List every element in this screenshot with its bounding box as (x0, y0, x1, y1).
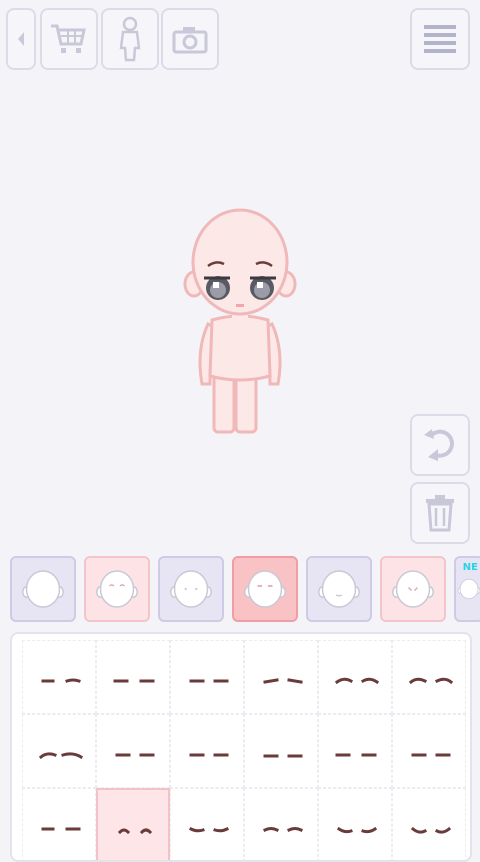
eyebrow-option[interactable] (392, 640, 466, 714)
eyebrow-option[interactable] (170, 788, 244, 860)
eyebrow-option[interactable] (96, 640, 170, 714)
tab-face-2[interactable] (84, 556, 150, 622)
trash-can-icon (426, 495, 454, 532)
eyebrow-shape-icon (263, 754, 303, 758)
eyebrow-shape-icon (41, 827, 81, 831)
eyebrow-shape-icon (113, 679, 155, 683)
eyebrow-option[interactable] (392, 714, 466, 788)
eyebrow-option[interactable] (318, 714, 392, 788)
eyebrow-options-grid (10, 632, 472, 862)
new-badge: NE (462, 562, 478, 573)
face-icon (318, 570, 360, 608)
back-arrow-button[interactable] (6, 8, 36, 70)
rotate-arrow-icon (424, 429, 454, 461)
eyebrow-shape-icon (263, 678, 303, 684)
character-preview (183, 208, 297, 434)
eyebrow-shape-icon (410, 826, 452, 834)
menu-button[interactable] (410, 8, 470, 70)
eyebrow-shape-icon (411, 753, 451, 757)
tab-face-6[interactable] (380, 556, 446, 622)
hamburger-menu-icon (424, 25, 456, 53)
eyebrow-shape-icon (189, 753, 229, 757)
eyebrow-shape-icon (408, 677, 454, 685)
face-icon (244, 570, 286, 608)
eyebrow-shape-icon (336, 826, 378, 834)
eyebrow-shape-icon (334, 677, 380, 685)
eyebrow-shape-icon (189, 679, 229, 683)
shop-button[interactable] (40, 8, 98, 70)
tab-face-1[interactable] (10, 556, 76, 622)
face-icon (96, 570, 138, 608)
rotate-button[interactable] (410, 414, 470, 476)
eyebrow-option[interactable] (22, 640, 96, 714)
character-button[interactable] (101, 8, 159, 70)
torso (208, 314, 272, 382)
shopping-cart-icon (51, 24, 86, 53)
face-icon (392, 570, 434, 608)
face-icon (170, 570, 212, 608)
category-tabs: NE (0, 554, 480, 626)
eyebrow-option[interactable] (170, 640, 244, 714)
eyebrow-shape-icon (262, 827, 304, 833)
person-outline-icon (119, 16, 141, 62)
eyebrow-shape-icon (41, 678, 81, 683)
eyebrow-option[interactable] (318, 640, 392, 714)
tab-face-7[interactable]: NE (454, 556, 480, 622)
face-icon (22, 570, 64, 608)
eyebrow-option[interactable] (318, 788, 392, 860)
camera-icon (172, 27, 208, 54)
eyebrow-option[interactable] (244, 640, 318, 714)
eyebrow-option[interactable] (96, 714, 170, 788)
eyebrow-shape-icon (335, 753, 377, 757)
eyebrow-shape-icon (188, 826, 230, 833)
eyebrow-option[interactable] (96, 788, 170, 860)
eyebrow-shape-icon (117, 828, 153, 835)
camera-button[interactable] (161, 8, 219, 70)
back-arrow-icon (18, 32, 24, 46)
eyebrow-option[interactable] (244, 788, 318, 860)
eyebrow-shape-icon (38, 752, 84, 760)
eyebrow-option[interactable] (22, 714, 96, 788)
tab-face-5[interactable] (306, 556, 372, 622)
eyebrow-option[interactable] (170, 714, 244, 788)
eyebrow-option[interactable] (244, 714, 318, 788)
mouth (236, 304, 244, 307)
head (191, 208, 289, 316)
eyebrow-shape-icon (115, 753, 155, 757)
eyebrow-option[interactable] (392, 788, 466, 860)
tab-face-4[interactable] (232, 556, 298, 622)
tab-face-3[interactable] (158, 556, 224, 622)
trash-button[interactable] (410, 482, 470, 544)
eyebrow-option[interactable] (22, 788, 96, 860)
